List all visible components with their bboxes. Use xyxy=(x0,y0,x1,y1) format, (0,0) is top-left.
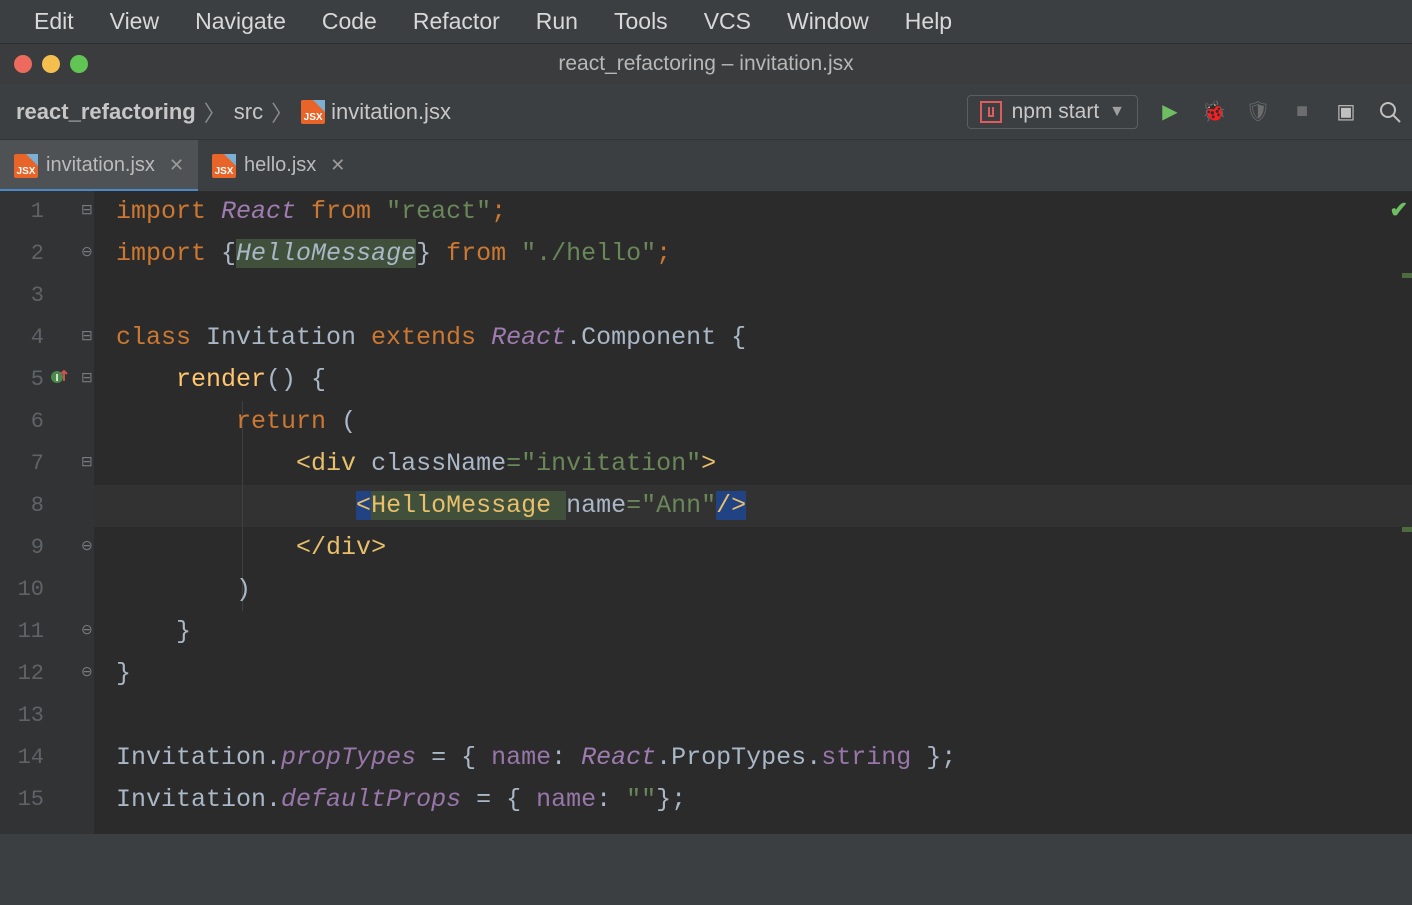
code-line-4: class Invitation extends React.Component… xyxy=(116,317,746,359)
tab-hello-jsx[interactable]: JSX hello.jsx ✕ xyxy=(198,140,359,191)
fold-end-icon[interactable]: ⊖ xyxy=(81,539,94,552)
line-number[interactable]: 12 xyxy=(0,661,44,686)
jsx-file-icon: JSX xyxy=(301,100,325,124)
fold-icon[interactable]: ⊟ xyxy=(81,371,94,384)
breadcrumb-folder[interactable]: src xyxy=(234,99,263,125)
menu-view[interactable]: View xyxy=(92,8,177,35)
line-number[interactable]: 11 xyxy=(0,619,44,644)
menu-edit[interactable]: Edit xyxy=(16,8,92,35)
minimize-window-icon[interactable] xyxy=(42,55,60,73)
code-line-5: render() { xyxy=(116,359,326,401)
run-config-label: npm start xyxy=(1012,100,1100,124)
fold-end-icon[interactable]: ⊖ xyxy=(81,623,94,636)
stripe-marker[interactable] xyxy=(1402,527,1412,532)
editor-tabs: JSX invitation.jsx ✕ JSX hello.jsx ✕ xyxy=(0,140,1412,191)
window-title: react_refactoring – invitation.jsx xyxy=(0,52,1412,76)
error-stripe: ✔ xyxy=(1396,191,1412,834)
code-line-14: Invitation.propTypes = { name: React.Pro… xyxy=(116,737,956,779)
code-line-8: <HelloMessage name="Ann"/> xyxy=(116,485,746,527)
code-editor[interactable]: 1 2 3 4 5 6 7 8 9 10 11 12 13 14 15 I ⊟ … xyxy=(0,191,1412,834)
maximize-window-icon[interactable] xyxy=(70,55,88,73)
menu-code[interactable]: Code xyxy=(304,8,395,35)
jsx-file-icon: JSX xyxy=(212,154,236,178)
coverage-button[interactable]: 🛡 xyxy=(1246,100,1270,124)
close-tab-icon[interactable]: ✕ xyxy=(169,155,184,176)
profile-button[interactable]: ▣ xyxy=(1334,100,1358,124)
code-line-10: ) xyxy=(116,569,251,611)
line-number[interactable]: 3 xyxy=(0,283,44,308)
menu-navigate[interactable]: Navigate xyxy=(177,8,304,35)
code-line-6: return ( xyxy=(116,401,356,443)
breadcrumb-project[interactable]: react_refactoring xyxy=(16,99,196,125)
run-configuration-selector[interactable]: npm start ▼ xyxy=(967,95,1138,129)
code-area[interactable]: import React from "react"; import {Hello… xyxy=(94,191,1412,834)
main-menu-bar: Edit View Navigate Code Refactor Run Too… xyxy=(0,0,1412,44)
breadcrumb: react_refactoring 〉 src 〉 JSX invitation… xyxy=(16,96,451,128)
tab-label: invitation.jsx xyxy=(46,154,155,177)
close-tab-icon[interactable]: ✕ xyxy=(330,155,345,176)
code-line-2: import {HelloMessage} from "./hello"; xyxy=(116,233,671,275)
run-button[interactable]: ▶ xyxy=(1158,100,1182,124)
menu-vcs[interactable]: VCS xyxy=(686,8,769,35)
line-number[interactable]: 1 xyxy=(0,199,44,224)
tab-invitation-jsx[interactable]: JSX invitation.jsx ✕ xyxy=(0,140,198,191)
menu-help[interactable]: Help xyxy=(887,8,970,35)
implements-marker-icon[interactable]: I xyxy=(50,367,70,387)
search-button[interactable] xyxy=(1378,100,1402,124)
line-number[interactable]: 10 xyxy=(0,577,44,602)
tab-label: hello.jsx xyxy=(244,154,316,177)
chevron-right-icon: 〉 xyxy=(271,96,293,128)
menu-run[interactable]: Run xyxy=(518,8,596,35)
line-number[interactable]: 9 xyxy=(0,535,44,560)
stripe-marker[interactable] xyxy=(1402,273,1412,278)
window-title-bar: react_refactoring – invitation.jsx xyxy=(0,44,1412,84)
menu-tools[interactable]: Tools xyxy=(596,8,686,35)
line-number[interactable]: 7 xyxy=(0,451,44,476)
analysis-ok-icon[interactable]: ✔ xyxy=(1390,197,1408,223)
gutter: 1 2 3 4 5 6 7 8 9 10 11 12 13 14 15 I ⊟ … xyxy=(0,191,94,834)
stop-button: ■ xyxy=(1290,100,1314,124)
debug-button[interactable]: 🐞 xyxy=(1202,100,1226,124)
line-number[interactable]: 15 xyxy=(0,787,44,812)
code-line-1: import React from "react"; xyxy=(116,191,506,233)
menu-refactor[interactable]: Refactor xyxy=(395,8,518,35)
jsx-file-icon: JSX xyxy=(14,154,38,178)
fold-icon[interactable]: ⊟ xyxy=(81,203,94,216)
line-number[interactable]: 6 xyxy=(0,409,44,434)
chevron-down-icon: ▼ xyxy=(1109,103,1125,121)
line-number[interactable]: 2 xyxy=(0,241,44,266)
breadcrumb-file[interactable]: invitation.jsx xyxy=(331,99,451,125)
chevron-right-icon: 〉 xyxy=(204,96,226,128)
line-number[interactable]: 14 xyxy=(0,745,44,770)
line-number[interactable]: 5 xyxy=(0,367,44,392)
code-line-9: </div> xyxy=(116,527,386,569)
line-number[interactable]: 13 xyxy=(0,703,44,728)
code-line-15: Invitation.defaultProps = { name: ""}; xyxy=(116,779,686,821)
menu-window[interactable]: Window xyxy=(769,8,887,35)
fold-icon[interactable]: ⊟ xyxy=(81,455,94,468)
close-window-icon[interactable] xyxy=(14,55,32,73)
traffic-lights xyxy=(14,55,88,73)
line-number[interactable]: 8 xyxy=(0,493,44,518)
code-line-11: } xyxy=(116,611,191,653)
toolbar-right: npm start ▼ ▶ 🐞 🛡 ■ ▣ xyxy=(967,95,1402,129)
navigation-toolbar: react_refactoring 〉 src 〉 JSX invitation… xyxy=(0,84,1412,140)
svg-text:I: I xyxy=(56,373,59,384)
npm-icon xyxy=(980,101,1002,123)
code-line-12: } xyxy=(116,653,131,695)
fold-icon[interactable]: ⊟ xyxy=(81,329,94,342)
fold-end-icon[interactable]: ⊖ xyxy=(81,665,94,678)
line-number[interactable]: 4 xyxy=(0,325,44,350)
code-line-7: <div className="invitation"> xyxy=(116,443,716,485)
fold-icon[interactable]: ⊖ xyxy=(81,245,94,258)
